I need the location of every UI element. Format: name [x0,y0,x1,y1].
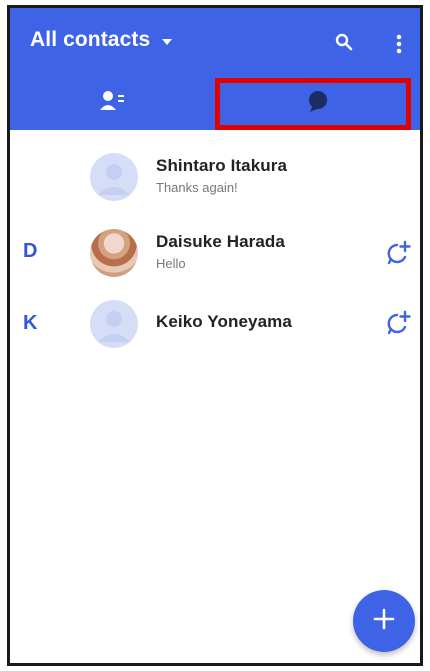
last-message: Thanks again! [156,180,238,195]
last-message: Hello [156,256,186,271]
app-title: All contacts [30,28,151,51]
phone-screen: All contacts Shintaro Itakura Thanks aga… [7,5,423,666]
list-item[interactable]: D Daisuke Harada Hello [10,216,420,292]
section-letter: D [23,240,38,262]
contact-name: Shintaro Itakura [156,156,288,175]
new-chat-icon[interactable] [384,310,412,343]
contacts-filter-dropdown[interactable]: All contacts [30,28,173,52]
add-icon [373,608,395,635]
section-letter: K [23,312,38,334]
list-item[interactable]: K Keiko Yoneyama [10,292,420,368]
list-item[interactable]: Shintaro Itakura Thanks again! [10,140,420,216]
app-bar: All contacts [10,8,420,130]
add-contact-button[interactable] [353,590,415,652]
contacts-icon [99,90,127,117]
new-chat-icon[interactable] [384,240,412,273]
tab-highlight-box [215,78,411,130]
tab-contacts[interactable] [10,76,215,130]
contact-name: Keiko Yoneyama [156,312,292,331]
dropdown-caret-icon [162,39,173,45]
avatar [90,153,138,201]
avatar [90,229,138,277]
avatar [90,300,138,348]
more-vert-icon[interactable] [395,33,403,60]
search-icon[interactable] [335,33,353,56]
contact-name: Daisuke Harada [156,232,285,251]
